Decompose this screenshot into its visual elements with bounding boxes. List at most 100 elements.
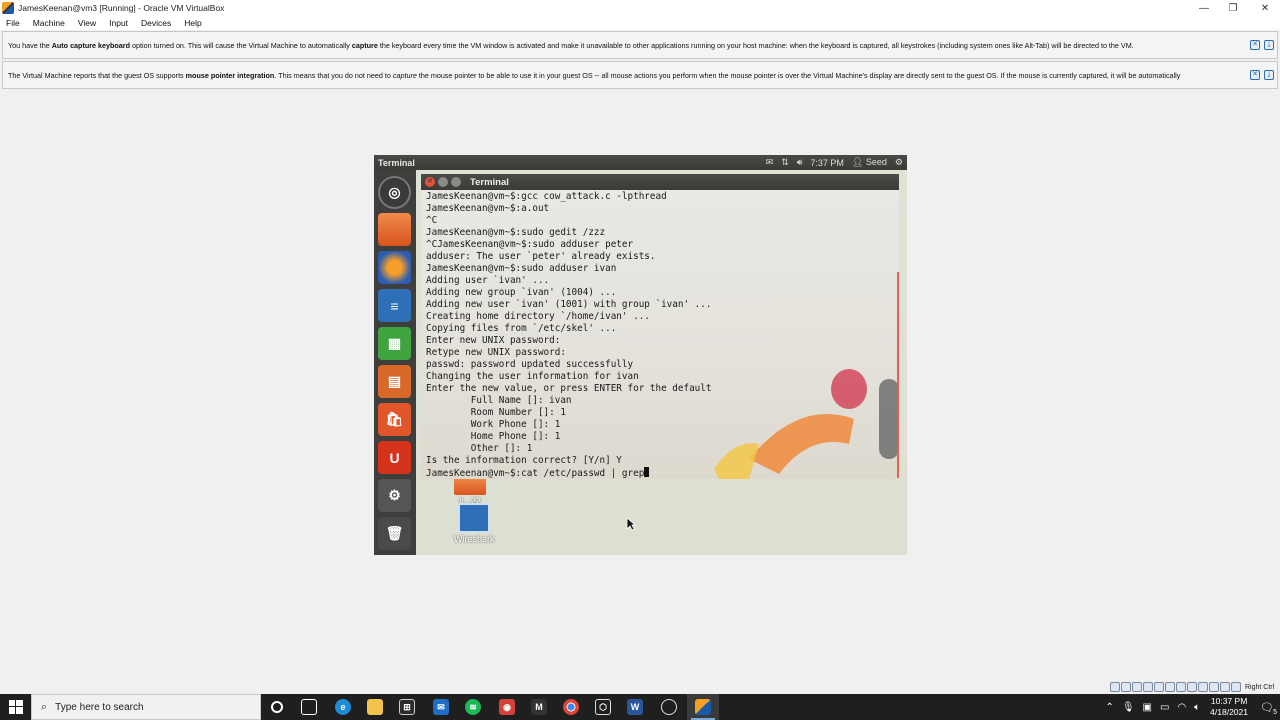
display-icon[interactable]	[1176, 682, 1186, 692]
menu-view[interactable]: View	[78, 18, 96, 28]
mouse-integration-icon[interactable]	[1220, 682, 1230, 692]
terminal-line: Creating home directory `/home/ivan' ...	[426, 311, 650, 322]
show-hidden-icons-icon[interactable]: ⌃	[1105, 702, 1113, 713]
volume-icon[interactable]: 🔊︎	[797, 157, 803, 168]
battery-icon[interactable]: ▭	[1160, 702, 1169, 713]
window-titlebar: JamesKeenan@vm3 [Running] - Oracle VM Vi…	[0, 0, 1280, 16]
microphone-icon[interactable]: 🎙︎	[1122, 702, 1135, 713]
dismiss-notice-icon[interactable]: ✕	[1250, 70, 1260, 80]
terminal-maximize-button[interactable]	[451, 177, 461, 187]
spotify-icon: ≋	[465, 699, 481, 715]
network-icon[interactable]: ⇅	[781, 157, 789, 168]
user-menu[interactable]: 👤︎ Seed	[852, 157, 887, 168]
edge-button[interactable]: e	[327, 694, 359, 720]
libreoffice-calc-icon[interactable]: ▦	[378, 327, 411, 360]
app-button[interactable]: ◉	[491, 694, 523, 720]
shared-folders-icon[interactable]	[1165, 682, 1175, 692]
volume-icon[interactable]: 🔈︎	[1194, 702, 1200, 713]
mail-button[interactable]: ✉	[425, 694, 457, 720]
notification-count: 5	[1273, 709, 1277, 716]
chrome-button[interactable]	[555, 694, 587, 720]
task-view-button[interactable]	[293, 694, 325, 720]
3d-app-button[interactable]: ⬡	[587, 694, 619, 720]
menu-devices[interactable]: Devices	[141, 18, 171, 28]
mouse-pointer-icon	[626, 517, 636, 531]
hard-disk-icon[interactable]	[1110, 682, 1120, 692]
taskbar: ⌕ Type here to search e ⊞ ✉ ≋ ◉ M ⬡ W ⌃ …	[0, 694, 1280, 720]
word-button[interactable]: W	[619, 694, 651, 720]
vm-display[interactable]: Terminal ✉ ⇅ 🔊︎ 7:37 PM 👤︎ Seed ⚙ ◎ ≡ ▦ …	[374, 155, 907, 555]
terminal-scrollbar[interactable]	[897, 272, 899, 478]
virtualbox-button[interactable]	[687, 694, 719, 720]
ubuntu-one-icon[interactable]: U	[378, 441, 411, 474]
never-show-again-icon[interactable]: ⤓	[1264, 70, 1274, 80]
video-capture-icon[interactable]	[1187, 682, 1197, 692]
circle-app-icon	[661, 699, 677, 715]
edge-icon: e	[335, 699, 351, 715]
terminal-line: Retype new UNIX password:	[426, 347, 566, 358]
clock-time: 10:37 PM	[1210, 696, 1248, 706]
menu-file[interactable]: File	[6, 18, 20, 28]
firefox-icon[interactable]	[378, 251, 411, 284]
trash-icon[interactable]: 🗑︎	[378, 517, 411, 550]
optical-drive-icon[interactable]	[1121, 682, 1131, 692]
guest-additions-icon[interactable]	[1198, 682, 1208, 692]
virtualbox-app-icon	[2, 2, 14, 14]
minimize-button[interactable]: —	[1189, 0, 1219, 16]
wifi-icon[interactable]: ◠	[1177, 702, 1186, 713]
start-button[interactable]	[0, 694, 31, 720]
desktop-icon-file[interactable]: li...22	[454, 478, 486, 506]
media-app-button[interactable]: M	[523, 694, 555, 720]
notification-icon: 🗨︎	[1260, 701, 1274, 714]
dash-home-icon[interactable]: ◎	[378, 176, 411, 209]
store-button[interactable]: ⊞	[391, 694, 423, 720]
system-settings-icon[interactable]: ⚙	[378, 479, 411, 512]
restore-button[interactable]: ❐	[1218, 0, 1248, 16]
app-circle-button[interactable]	[653, 694, 685, 720]
search-icon: ⌕	[41, 700, 48, 713]
close-button[interactable]: ✕	[1250, 0, 1280, 16]
menu-machine[interactable]: Machine	[33, 18, 65, 28]
terminal-window[interactable]: ✕ Terminal JamesKeenan@vm~$:gcc cow_atta…	[421, 174, 899, 479]
taskbar-clock[interactable]: 10:37 PM 4/18/2021	[1210, 696, 1248, 718]
dismiss-notice-icon[interactable]: ✕	[1250, 40, 1260, 50]
never-show-again-icon[interactable]: ⤓	[1264, 40, 1274, 50]
action-center-button[interactable]: 🗨︎ 5	[1254, 694, 1280, 720]
clock-date: 4/18/2021	[1210, 707, 1248, 717]
folder-icon	[454, 478, 486, 495]
host-key-label: Right Ctrl	[1245, 683, 1275, 691]
software-center-icon[interactable]: 🛍︎	[378, 403, 411, 436]
terminal-line: ^CJamesKeenan@vm~$:sudo adduser peter	[426, 239, 634, 250]
settings-gear-icon[interactable]: ⚙	[895, 157, 903, 168]
terminal-close-button[interactable]: ✕	[425, 177, 435, 187]
terminal-line: JamesKeenan@vm~$:cat /etc/passwd | grep	[426, 467, 711, 479]
libreoffice-writer-icon[interactable]: ≡	[378, 289, 411, 322]
menu-help[interactable]: Help	[184, 18, 201, 28]
app-icon: ◉	[499, 699, 515, 715]
display-capture-icon[interactable]: ▣	[1143, 702, 1152, 713]
terminal-minimize-button[interactable]	[438, 177, 448, 187]
audio-icon[interactable]	[1132, 682, 1142, 692]
cpu-icon[interactable]	[1209, 682, 1219, 692]
keyboard-capture-icon[interactable]	[1231, 682, 1241, 692]
desktop-icon-wireshark[interactable]: Wireshark	[454, 503, 495, 544]
search-placeholder: Type here to search	[55, 701, 144, 713]
vm-status-bar: Right Ctrl	[1110, 680, 1280, 694]
terminal-content[interactable]: JamesKeenan@vm~$:gcc cow_attack.c -lpthr…	[421, 190, 899, 479]
mail-icon[interactable]: ✉	[766, 157, 774, 168]
usb-icon[interactable]	[1154, 682, 1164, 692]
guest-top-panel: Terminal ✉ ⇅ 🔊︎ 7:37 PM 👤︎ Seed ⚙	[374, 155, 907, 170]
terminal-line: Adding user `ivan' ...	[426, 275, 550, 286]
terminal-line: Adding new group `ivan' (1004) ...	[426, 287, 617, 298]
cortana-button[interactable]	[261, 694, 293, 720]
menu-input[interactable]: Input	[109, 18, 128, 28]
network-adapter-icon[interactable]	[1143, 682, 1153, 692]
spotify-button[interactable]: ≋	[457, 694, 489, 720]
guest-clock[interactable]: 7:37 PM	[810, 158, 844, 168]
store-icon: ⊞	[399, 699, 415, 715]
libreoffice-impress-icon[interactable]: ▤	[378, 365, 411, 398]
taskbar-search[interactable]: ⌕ Type here to search	[31, 694, 261, 720]
desktop-icon-label: Wireshark	[454, 534, 495, 544]
file-explorer-button[interactable]	[359, 694, 391, 720]
files-folder-icon[interactable]	[378, 213, 411, 246]
